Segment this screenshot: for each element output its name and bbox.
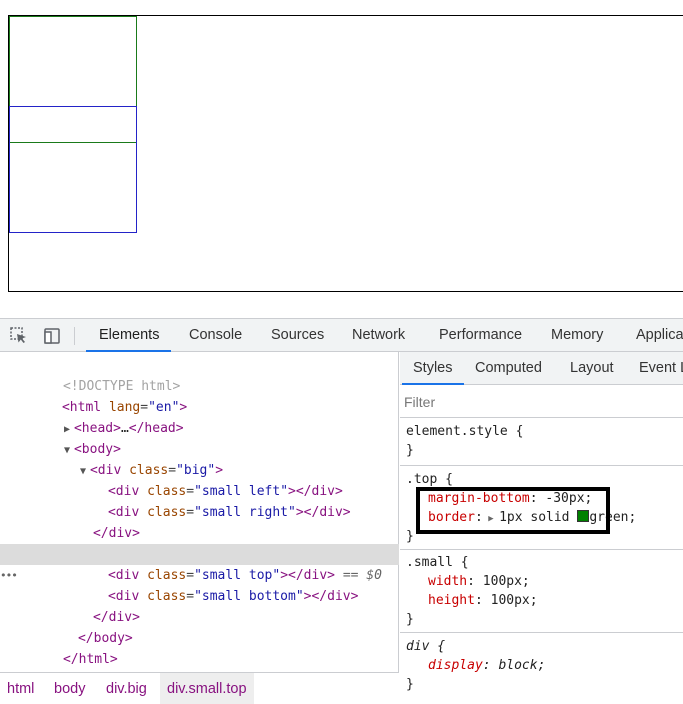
tab-computed[interactable]: Computed <box>475 352 542 385</box>
tab-styles[interactable]: Styles <box>402 352 463 385</box>
devtools-tabbar: Elements Console Sources Network Perform… <box>0 319 683 352</box>
dom-body-open[interactable]: ▼ <body> <box>0 418 399 457</box>
blue-bordered-box <box>9 106 137 233</box>
breadcrumb-html[interactable]: html <box>0 673 41 704</box>
dom-div-small-left[interactable]: <div class="small left"></div> <box>0 460 399 499</box>
prop-display[interactable]: display: block; <box>428 656 545 675</box>
rule-selector[interactable]: div { <box>406 637 445 656</box>
dom-div-small-bottom[interactable]: <div class="small bottom"></div> <box>0 565 399 604</box>
tab-console[interactable]: Console <box>189 319 242 352</box>
dom-div-big-2-close[interactable]: </div> <box>0 586 399 625</box>
dom-doctype[interactable]: <!DOCTYPE html> <box>0 355 399 394</box>
dom-head[interactable]: ▶ <head>…</head> <box>0 397 399 436</box>
tab-performance[interactable]: Performance <box>439 319 522 352</box>
rule-small: .small { width: 100px; height: 100px; } <box>400 550 683 633</box>
inspect-element-icon[interactable] <box>9 326 29 346</box>
breadcrumb-body[interactable]: body <box>47 673 92 704</box>
tab-layout[interactable]: Layout <box>570 352 614 385</box>
breadcrumb: html body div.big div.small.top <box>0 672 399 704</box>
annotation-highlight-box <box>416 487 610 534</box>
tab-network[interactable]: Network <box>352 319 405 352</box>
rule-selector[interactable]: element.style { <box>406 422 523 441</box>
dom-div-big-2[interactable]: ▼<div class="big"> <box>0 523 399 562</box>
dom-div-small-right[interactable]: <div class="small right"></div> <box>0 481 399 520</box>
breadcrumb-div-big[interactable]: div.big <box>99 673 154 704</box>
dom-div-big-1[interactable]: ▼ <div class="big"> <box>0 439 399 478</box>
tab-sources[interactable]: Sources <box>271 319 324 352</box>
styles-subtabbar: Styles Computed Layout Event L <box>400 352 683 385</box>
tab-event-listeners[interactable]: Event L <box>639 352 683 385</box>
styles-filter-input[interactable] <box>404 390 683 414</box>
tab-application[interactable]: Applica <box>636 319 683 352</box>
dom-html-open[interactable]: <html lang="en"> <box>0 376 399 415</box>
prop-height[interactable]: height: 100px; <box>428 591 538 610</box>
rule-selector[interactable]: .small { <box>406 553 469 572</box>
dom-div-small-top-selected[interactable]: ••• <div class="small top"></div> == $0 <box>0 544 399 583</box>
page-preview <box>0 0 683 318</box>
tab-elements[interactable]: Elements <box>85 319 173 352</box>
toolbar-separator <box>74 327 75 345</box>
tab-memory[interactable]: Memory <box>551 319 603 352</box>
elements-panel: <!DOCTYPE html> <html lang="en"> ▶ <head>… <box>0 352 399 704</box>
filter-bar <box>400 385 683 418</box>
device-toolbar-icon[interactable] <box>42 326 62 346</box>
dom-html-close[interactable]: </html> <box>0 628 399 667</box>
rule-element-style: element.style { } <box>400 419 683 466</box>
prop-width[interactable]: width: 100px; <box>428 572 530 591</box>
breadcrumb-div-small-top[interactable]: div.small.top <box>160 673 254 704</box>
dom-div-big-1-close[interactable]: </div> <box>0 502 399 541</box>
dom-body-close[interactable]: </body> <box>0 607 399 646</box>
rule-div-user-agent: div { display: block; } <box>406 637 546 692</box>
